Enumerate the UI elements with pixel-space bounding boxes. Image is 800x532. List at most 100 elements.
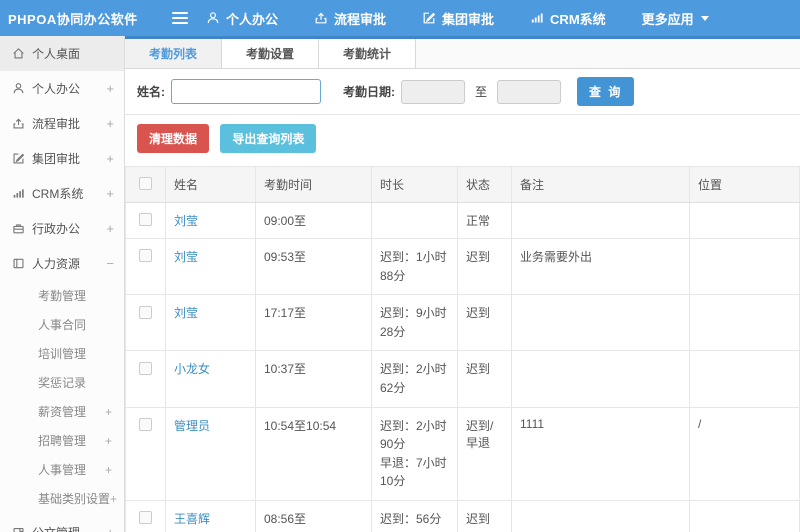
- main-panel: 考勤列表 考勤设置 考勤统计 姓名: 考勤日期: 至 查 询 清理数据 导出查询列表: [125, 36, 800, 532]
- employee-name-link[interactable]: 小龙女: [174, 362, 210, 376]
- table-row: 刘莹 17:17至 迟到：9小时28分 迟到: [125, 294, 800, 352]
- tab-attendance-stats[interactable]: 考勤统计: [319, 39, 417, 68]
- sidebar-subitem-base-category-settings[interactable]: 基础类别设置 +: [0, 484, 124, 513]
- note-cell: [511, 350, 690, 408]
- row-checkbox[interactable]: [139, 213, 152, 227]
- sidebar-item-personal-office[interactable]: 个人办公 +: [0, 71, 124, 106]
- sidebar-item-crm-system[interactable]: CRM系统 +: [0, 176, 124, 211]
- sidebar-subitem-label: 考勤管理: [38, 289, 87, 303]
- status-badge: 迟到: [457, 294, 512, 352]
- chart-icon: [530, 11, 544, 25]
- table-row: 刘莹 09:00至 正常: [125, 202, 800, 239]
- sidebar-item-workflow-approval[interactable]: 流程审批 +: [0, 106, 124, 141]
- topnav-item-more-apps[interactable]: 更多应用: [642, 9, 709, 28]
- note-cell: [511, 499, 690, 532]
- date-from-input[interactable]: [401, 79, 465, 104]
- topnav-menu: 个人办公 流程审批 集团审批 CRM系统 更多应用: [206, 9, 745, 28]
- topnav-item-label: 流程审批: [334, 11, 387, 27]
- topnav-item-workflow-approval[interactable]: 流程审批: [314, 9, 386, 28]
- expand-icon: +: [106, 525, 114, 532]
- employee-name-link[interactable]: 刘莹: [174, 306, 198, 320]
- sidebar-item-label: 流程审批: [32, 117, 81, 131]
- column-header: 位置: [689, 166, 800, 203]
- column-header: 状态: [457, 166, 512, 203]
- column-header: 时长: [371, 166, 458, 203]
- row-checkbox[interactable]: [139, 249, 152, 263]
- sidebar-subitem-recruit-mgmt[interactable]: 招聘管理 +: [0, 426, 124, 455]
- sidebar-item-label: 个人办公: [32, 82, 81, 96]
- expand-icon: +: [106, 151, 114, 166]
- status-badge: 迟到: [457, 237, 512, 296]
- caret-down-icon: [700, 15, 709, 21]
- edit-icon: [422, 11, 436, 25]
- topnav-item-label: 更多应用: [641, 11, 694, 27]
- sidebar-item-human-resources[interactable]: 人力资源 −: [0, 246, 124, 281]
- sidebar-item-personal-desktop[interactable]: 个人桌面: [0, 36, 124, 71]
- topnav-item-group-approval[interactable]: 集团审批: [422, 9, 494, 28]
- tab-attendance-setup[interactable]: 考勤设置: [222, 39, 320, 68]
- chart-icon: [12, 187, 25, 200]
- location-cell: [689, 237, 800, 296]
- employee-name-link[interactable]: 刘莹: [174, 250, 198, 264]
- export-list-button[interactable]: 导出查询列表: [220, 124, 317, 153]
- topnav-item-crm-system[interactable]: CRM系统: [530, 9, 606, 28]
- name-input[interactable]: [171, 79, 321, 104]
- tab-bar: 考勤列表 考勤设置 考勤统计: [125, 39, 800, 69]
- expand-icon: +: [106, 186, 114, 201]
- sidebar-submenu-human-resources: 考勤管理人事合同 培训管理 奖惩记录 薪资管理 + 招聘管理 + 人事管理 + 基础类别设置 +: [0, 281, 124, 515]
- sidebar-item-document-mgmt[interactable]: 公文管理+: [0, 515, 124, 532]
- attendance-time-cell: 08:56至: [255, 499, 372, 532]
- row-checkbox[interactable]: [139, 511, 152, 525]
- duration-cell: 迟到：9小时28分: [371, 294, 458, 352]
- row-checkbox[interactable]: [139, 305, 152, 319]
- sidebar-item-label: CRM系统: [32, 187, 84, 201]
- duration-cell: [371, 202, 458, 239]
- sidebar-subitem-hr-contract[interactable]: 人事合同: [0, 310, 124, 339]
- topnav-item-label: 集团审批: [442, 11, 495, 27]
- doc-icon: [12, 526, 25, 532]
- app-logo: PHPOA协同办公软件: [8, 11, 138, 27]
- attendance-table: 姓名 考勤时间 时长 状态 备注 位置 刘莹 09:00至 正常 刘莹 09:53至 迟到：1小时8…: [125, 166, 800, 532]
- table-row: 小龙女 10:37至 迟到：2小时62分 迟到: [125, 350, 800, 408]
- search-button[interactable]: 查 询: [577, 77, 635, 106]
- status-badge: 迟到: [457, 499, 512, 532]
- sidebar-item-admin-office[interactable]: 行政办公 +: [0, 211, 124, 246]
- top-navbar: PHPOA协同办公软件 个人办公 流程审批 集团审批 CRM系统 更多应用: [0, 0, 800, 36]
- sidebar-subitem-attendance-mgmt[interactable]: 考勤管理: [0, 281, 124, 310]
- row-checkbox[interactable]: [139, 361, 152, 375]
- select-all-checkbox[interactable]: [139, 177, 152, 191]
- sidebar-subitem-personnel-mgmt[interactable]: 人事管理 +: [0, 455, 124, 484]
- clean-data-button[interactable]: 清理数据: [137, 124, 210, 153]
- employee-name-link[interactable]: 管理员: [174, 419, 210, 433]
- employee-name-link[interactable]: 刘莹: [174, 214, 198, 228]
- briefcase-icon: [12, 222, 25, 235]
- sidebar: 个人桌面 个人办公 + 流程审批 + 集团审批 + CRM系统 + 行政办公 + 人力资源 − 考勤管理人…: [0, 36, 125, 532]
- date-to-input[interactable]: [497, 79, 562, 104]
- home-icon: [12, 47, 25, 60]
- table-row: 王喜辉 08:56至 迟到：56分 迟到: [125, 499, 800, 532]
- sidebar-item-group-approval[interactable]: 集团审批 +: [0, 141, 124, 176]
- sidebar-item-label: 行政办公: [32, 222, 81, 236]
- location-cell: /: [689, 406, 800, 501]
- attendance-time-cell: 10:37至: [255, 350, 372, 408]
- filter-bar: 姓名: 考勤日期: 至 查 询: [125, 69, 800, 115]
- sidebar-subitem-training-mgmt[interactable]: 培训管理: [0, 339, 124, 368]
- note-cell: [511, 202, 690, 239]
- status-badge: 正常: [457, 202, 512, 239]
- expand-icon: +: [104, 462, 112, 477]
- sidebar-subitem-reward-punishment[interactable]: 奖惩记录: [0, 368, 124, 397]
- location-cell: [689, 294, 800, 352]
- duration-cell: 迟到：2小时90分 早退：7小时10分: [371, 406, 458, 501]
- attendance-time-cell: 10:54至10:54: [255, 406, 372, 501]
- expand-icon: +: [106, 221, 114, 236]
- tab-attendance-list[interactable]: 考勤列表: [125, 39, 223, 68]
- attendance-time-cell: 09:00至: [255, 202, 372, 239]
- topnav-item-label: CRM系统: [550, 11, 606, 27]
- sidebar-subitem-salary-mgmt[interactable]: 薪资管理 +: [0, 397, 124, 426]
- hamburger-menu-icon[interactable]: [168, 5, 192, 31]
- employee-name-link[interactable]: 王喜辉: [174, 512, 210, 526]
- row-checkbox[interactable]: [139, 417, 152, 431]
- topnav-item-personal-office[interactable]: 个人办公: [206, 9, 278, 28]
- app-window: PHPOA协同办公软件 个人办公 流程审批 集团审批 CRM系统 更多应用 个人桌面 个人…: [0, 0, 800, 532]
- location-cell: [689, 202, 800, 239]
